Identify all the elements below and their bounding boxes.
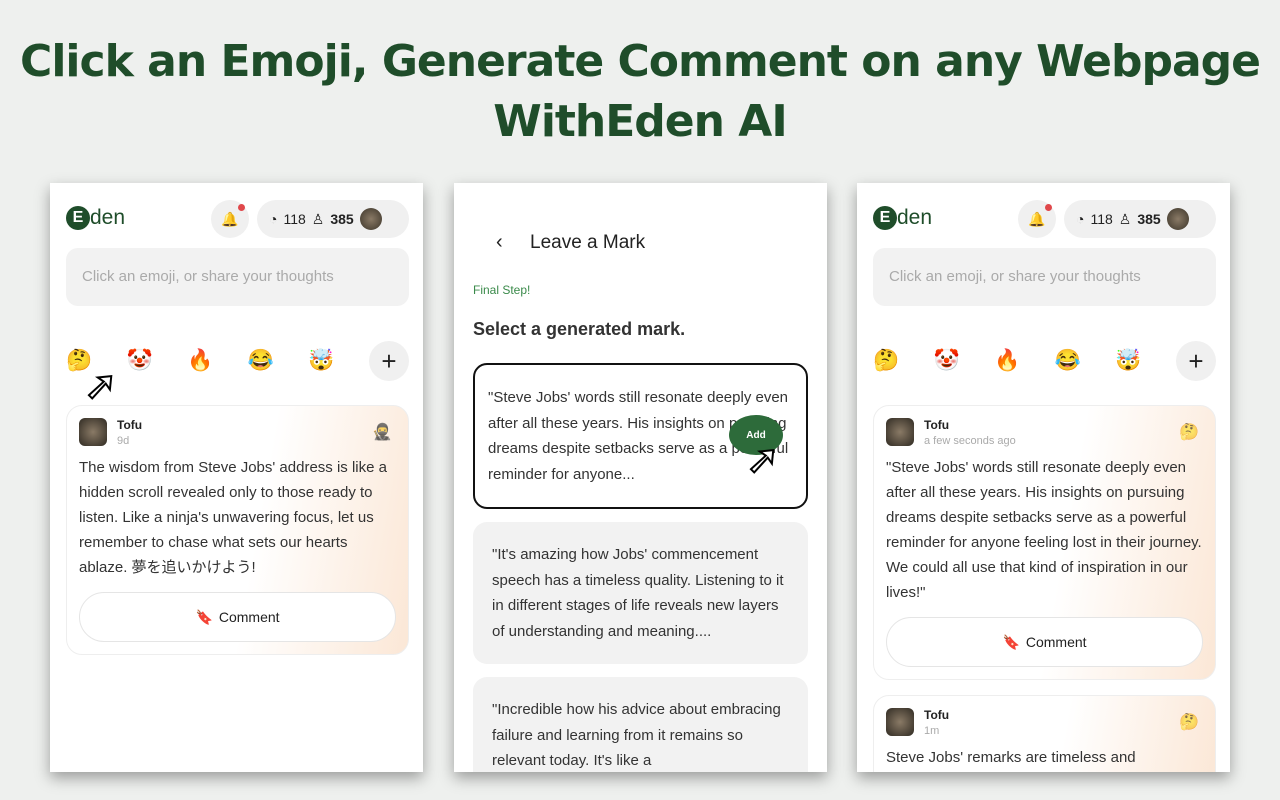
cursor-icon: ➚ [83,363,118,409]
emoji-fire[interactable]: 🔥 [187,349,213,373]
step-label: Final Step! [473,283,531,297]
users-count: 385 [330,211,354,227]
bookmark-icon: 🔖 [1002,633,1020,650]
user-icon: ♙ [311,210,325,227]
headline-line-1: Click an Emoji, Generate Comment on any … [20,36,1261,87]
post-text: Steve Jobs' remarks are timeless and [886,749,1136,766]
add-emoji-button[interactable]: + [1175,341,1216,381]
logo-text: den [897,206,933,229]
avatar[interactable] [359,208,382,230]
author-name[interactable]: Tofu [924,708,949,722]
post-time: 9d [117,435,130,447]
author-avatar[interactable] [886,708,914,736]
generated-option-3[interactable]: "Incredible how his advice about embraci… [473,677,808,772]
left-panel: Eden 🔔 ◔ 118 ♙ 385 Click an emoji, or share… [50,183,423,772]
middle-panel: ‹ Leave a Mark Final Step! Select a gene… [454,183,827,772]
avatar[interactable] [1166,208,1189,230]
generated-option-2[interactable]: "It's amazing how Jobs' commencement spe… [473,522,808,664]
user-icon: ♙ [1118,210,1132,227]
notification-dot [238,204,245,211]
comments-count: 118 [283,211,306,227]
post-card: Tofu 9d 🥷 The wisdom from Steve Jobs' addr… [66,405,409,655]
post-text: "Steve Jobs' words still resonate deeply… [886,459,1202,601]
bookmark-icon: 🔖 [195,608,213,625]
logo-mark: E [873,206,897,230]
comment-label: Comment [1025,634,1087,650]
stats-pill[interactable]: ◔ 118 ♙ 385 [257,200,409,238]
bell-icon: 🔔 [1028,210,1046,227]
thinking-emoji-icon: 🤔 [1179,714,1199,731]
post-card: Tofu 1m 🤔 Steve Jobs' remarks are timeless… [873,695,1216,772]
comments-count: 118 [1090,211,1113,227]
post-time: a few seconds ago [924,435,1016,447]
emoji-thinking[interactable]: 🤔 [873,349,899,373]
emoji-fire[interactable]: 🔥 [994,349,1020,373]
notification-dot [1045,204,1052,211]
comment-icon: ◔ [269,211,278,227]
emoji-clown[interactable]: 🤡 [934,349,960,373]
comment-icon: ◔ [1076,211,1085,227]
logo-text: den [90,206,126,229]
post-text: The wisdom from Steve Jobs' address is l… [79,459,387,576]
comment-button[interactable]: 🔖 Comment [886,617,1203,667]
headline-line-2: WithEden AI [493,96,787,147]
bell-icon: 🔔 [221,210,239,227]
author-avatar[interactable] [886,418,914,446]
stats-pill[interactable]: ◔ 118 ♙ 385 [1064,200,1216,238]
author-name[interactable]: Tofu [117,418,142,432]
emoji-mind-blown[interactable]: 🤯 [308,349,334,373]
panel-title: Leave a Mark [530,232,646,253]
author-avatar[interactable] [79,418,107,446]
author-name[interactable]: Tofu [924,418,1016,432]
emoji-mind-blown[interactable]: 🤯 [1115,349,1141,373]
logo[interactable]: Eden [873,206,932,230]
thought-input[interactable]: Click an emoji, or share your thoughts [873,248,1216,306]
add-emoji-button[interactable]: + [368,341,409,381]
comment-label: Comment [218,609,280,625]
right-panel: Eden 🔔 ◔ 118 ♙ 385 Click an emoji, or share… [857,183,1230,772]
emoji-laughing[interactable]: 😂 [248,349,274,373]
logo-mark: E [66,206,90,230]
emoji-clown[interactable]: 🤡 [127,349,153,373]
users-count: 385 [1137,211,1161,227]
thought-input[interactable]: Click an emoji, or share your thoughts [66,248,409,306]
thinking-emoji-icon: 🤔 [1179,424,1199,441]
post-time: 1m [924,725,940,737]
comment-button[interactable]: 🔖 Comment [79,592,396,642]
emoji-bar: 🤔 🤡 🔥 😂 🤯 + [873,341,1216,381]
select-heading: Select a generated mark. [473,319,686,339]
emoji-laughing[interactable]: 😂 [1055,349,1081,373]
notifications-button[interactable]: 🔔 [211,200,249,238]
logo[interactable]: Eden [66,206,125,230]
notifications-button[interactable]: 🔔 [1018,200,1056,238]
back-button[interactable]: ‹ [496,231,503,254]
cursor-icon: ➚ [745,437,780,483]
post-card: Tofu a few seconds ago 🤔 "Steve Jobs' word… [873,405,1216,680]
ninja-icon: 🥷 [372,424,392,441]
